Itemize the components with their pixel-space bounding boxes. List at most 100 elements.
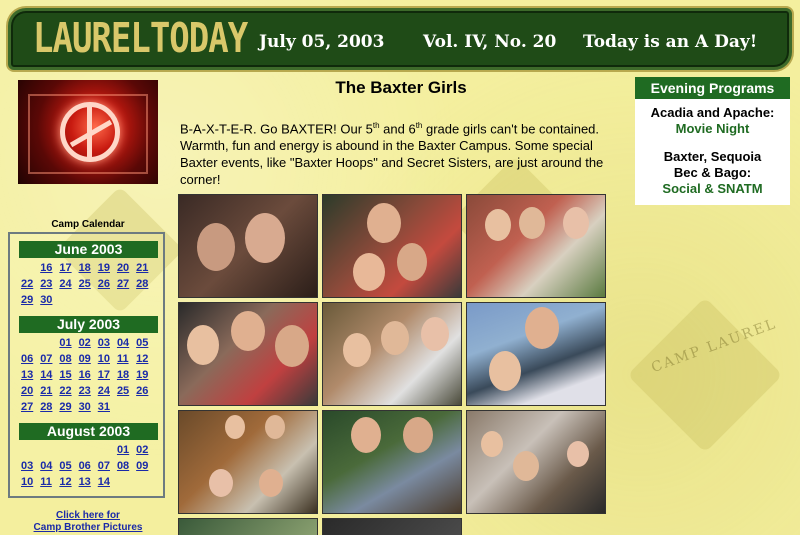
- calendar-day-link[interactable]: 29: [59, 400, 78, 416]
- calendar-day-link[interactable]: 30: [79, 400, 98, 416]
- gallery-photo[interactable]: [178, 410, 318, 514]
- calendar-day-link[interactable]: 27: [117, 277, 136, 293]
- calendar-day-link[interactable]: 04: [117, 336, 136, 352]
- day-type: Today is an A Day!: [583, 32, 758, 52]
- calendar-day-link[interactable]: 15: [59, 368, 78, 384]
- calendar-day-link[interactable]: 22: [59, 384, 78, 400]
- camp-brother-pictures-link[interactable]: Click here for Camp Brother Pictures: [10, 510, 166, 534]
- calendar-day-link[interactable]: 08: [117, 459, 136, 475]
- calendar-day-link[interactable]: 20: [21, 384, 40, 400]
- calendar-day-empty: [117, 400, 136, 416]
- calendar-day-link[interactable]: 09: [136, 459, 155, 475]
- calendar-week: 06 07 08 09 10 11 12: [21, 352, 163, 368]
- calendar-day-link[interactable]: 23: [40, 277, 59, 293]
- gallery-photo[interactable]: [178, 302, 318, 406]
- calendar-day-link[interactable]: 11: [40, 475, 59, 491]
- calendar-day-link[interactable]: 17: [59, 261, 78, 277]
- calendar-day-link[interactable]: 08: [59, 352, 78, 368]
- calendar-day-link[interactable]: 19: [98, 261, 117, 277]
- calendar-day-link[interactable]: 30: [40, 293, 59, 309]
- gallery-photo[interactable]: [466, 410, 606, 514]
- calendar-day-empty: [21, 443, 40, 459]
- gallery-photo[interactable]: [322, 518, 462, 535]
- calendar-day-link[interactable]: 23: [79, 384, 98, 400]
- gallery-photo[interactable]: [322, 302, 462, 406]
- calendar-day-link[interactable]: 13: [79, 475, 98, 491]
- calendar-day-link[interactable]: 24: [59, 277, 78, 293]
- calendar-day-link[interactable]: 05: [136, 336, 155, 352]
- calendar-day-link[interactable]: 28: [136, 277, 155, 293]
- issue-volume: Vol. IV, No. 20: [423, 32, 557, 52]
- gallery-photo[interactable]: [322, 194, 462, 298]
- gallery-photo[interactable]: [466, 194, 606, 298]
- calendar-day-link[interactable]: 05: [59, 459, 78, 475]
- evening-programs-box: Evening Programs Acadia and Apache: Movi…: [635, 77, 790, 205]
- calendar-day-link[interactable]: 10: [21, 475, 40, 491]
- calendar-day-link[interactable]: 13: [21, 368, 40, 384]
- calendar-day-link[interactable]: 27: [21, 400, 40, 416]
- calendar-day-link[interactable]: 16: [40, 261, 59, 277]
- calendar-day-link[interactable]: 10: [98, 352, 117, 368]
- calendar-day-link[interactable]: 25: [117, 384, 136, 400]
- site-logo[interactable]: LAURELTODAY: [33, 15, 248, 63]
- gallery-photo[interactable]: [178, 194, 318, 298]
- calendar-week: 03 04 05 06 07 08 09: [21, 459, 163, 475]
- calendar-day-link[interactable]: 03: [98, 336, 117, 352]
- calendar-week: 20 21 22 23 24 25 26: [21, 384, 163, 400]
- calendar-day-link[interactable]: 18: [117, 368, 136, 384]
- calendar-day-link[interactable]: 19: [136, 368, 155, 384]
- calendar-day-link[interactable]: 14: [40, 368, 59, 384]
- calendar-day-link[interactable]: 07: [40, 352, 59, 368]
- calendar-week: 01 02: [21, 443, 163, 459]
- calendar-day-link[interactable]: 01: [117, 443, 136, 459]
- calendar-day-link[interactable]: 03: [21, 459, 40, 475]
- calendar-day-link[interactable]: 21: [40, 384, 59, 400]
- calendar-day-link[interactable]: 28: [40, 400, 59, 416]
- calendar-week: 29 30: [21, 293, 163, 309]
- intro-paragraph: B-A-X-T-E-R. Go BAXTER! Our 5th and 6th …: [180, 117, 622, 188]
- calendar-day-link[interactable]: 29: [21, 293, 40, 309]
- calendar-day-link[interactable]: 07: [98, 459, 117, 475]
- peace-sign-photo: [18, 80, 158, 184]
- calendar-day-link[interactable]: 16: [79, 368, 98, 384]
- gallery-photo[interactable]: [322, 410, 462, 514]
- calendar-day-link[interactable]: 06: [79, 459, 98, 475]
- calendar-day-empty: [21, 336, 40, 352]
- camp-calendar: June 2003 16 17 18 19 20 21 22 23 24 25 26 27 28 29 30 J…: [8, 232, 165, 498]
- calendar-week: 22 23 24 25 26 27 28: [21, 277, 163, 293]
- brother-link-line1[interactable]: Click here for: [10, 510, 166, 522]
- header-banner: LAURELTODAY July 05, 2003 Vol. IV, No. 2…: [8, 8, 792, 70]
- calendar-day-link[interactable]: 11: [117, 352, 136, 368]
- calendar-day-link[interactable]: 24: [98, 384, 117, 400]
- calendar-day-link[interactable]: 02: [136, 443, 155, 459]
- calendar-day-link[interactable]: 21: [136, 261, 155, 277]
- intro-sup-1: th: [372, 121, 380, 130]
- calendar-day-link[interactable]: 25: [79, 277, 98, 293]
- calendar-day-link[interactable]: 26: [136, 384, 155, 400]
- calendar-day-link[interactable]: 20: [117, 261, 136, 277]
- calendar-month-header: June 2003: [19, 241, 158, 258]
- brother-link-line2[interactable]: Camp Brother Pictures: [10, 522, 166, 534]
- calendar-day-link[interactable]: 14: [98, 475, 117, 491]
- calendar-day-link[interactable]: 12: [59, 475, 78, 491]
- calendar-day-link[interactable]: 12: [136, 352, 155, 368]
- calendar-day-link[interactable]: 04: [40, 459, 59, 475]
- calendar-day-link[interactable]: 09: [79, 352, 98, 368]
- photo-gallery: [178, 194, 606, 535]
- calendar-week: 13 14 15 16 17 18 19: [21, 368, 163, 384]
- calendar-day-link[interactable]: 26: [98, 277, 117, 293]
- evening-program-label: Acadia and Apache:: [650, 105, 775, 120]
- calendar-day-link[interactable]: 31: [98, 400, 117, 416]
- calendar-day-link[interactable]: 06: [21, 352, 40, 368]
- calendar-week: 27 28 29 30 31: [21, 400, 163, 416]
- evening-program-value: Social & SNATM: [662, 181, 763, 196]
- calendar-day-link[interactable]: 02: [79, 336, 98, 352]
- calendar-day-link[interactable]: 01: [59, 336, 78, 352]
- gallery-photo[interactable]: [466, 302, 606, 406]
- gallery-photo[interactable]: [178, 518, 318, 535]
- calendar-day-empty: [117, 475, 136, 491]
- calendar-day-link[interactable]: 17: [98, 368, 117, 384]
- calendar-day-empty: [136, 475, 155, 491]
- calendar-day-link[interactable]: 22: [21, 277, 40, 293]
- calendar-day-link[interactable]: 18: [79, 261, 98, 277]
